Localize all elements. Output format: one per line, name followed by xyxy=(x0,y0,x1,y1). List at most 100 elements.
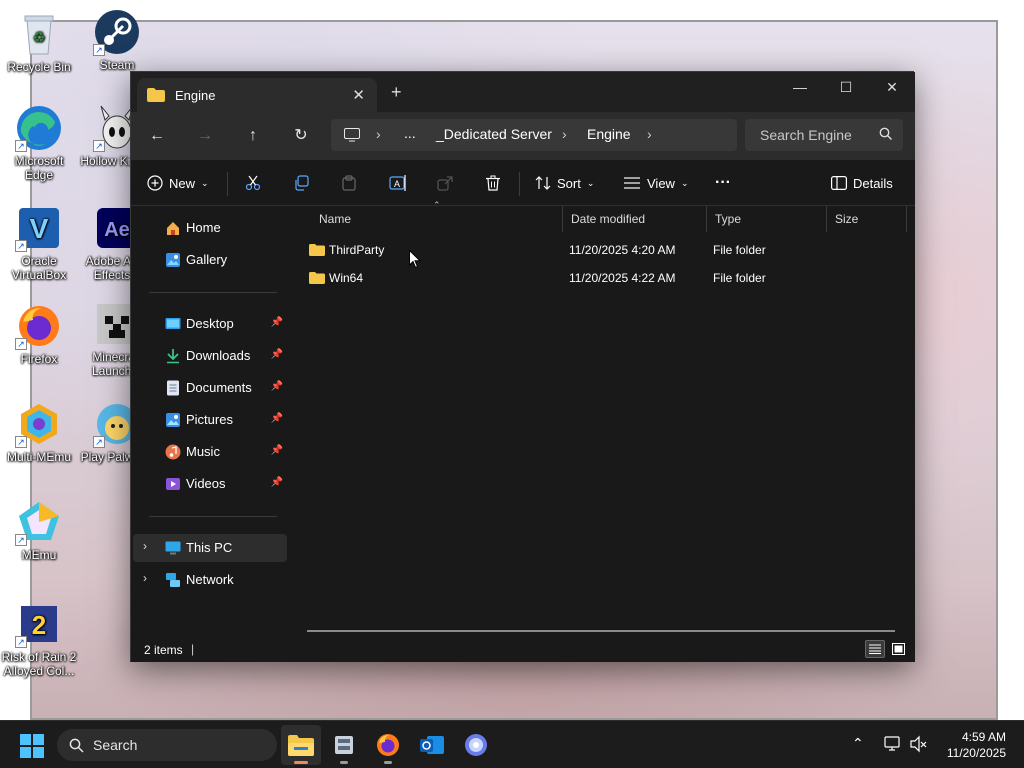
virtualbox-icon: V ↗ xyxy=(15,204,63,252)
file-row-thirdparty[interactable]: ThirdParty 11/20/2025 4:20 AM File folde… xyxy=(289,236,915,264)
divider xyxy=(149,292,277,293)
new-button[interactable]: New ⌄ xyxy=(147,172,209,194)
nav-item-network[interactable]: › Network xyxy=(133,566,287,594)
chevron-right-icon[interactable]: › xyxy=(143,539,147,553)
edge-icon: ↗ xyxy=(15,104,63,152)
status-bar: 2 items | xyxy=(131,636,915,662)
status-separator: | xyxy=(191,642,195,656)
desktop-icon-recycle-bin[interactable]: ♻ Recycle Bin xyxy=(0,10,78,74)
desktop-icon-memu[interactable]: ↗ MEmu xyxy=(0,498,78,562)
cut-button[interactable] xyxy=(245,172,261,194)
refresh-icon[interactable]: ↻ xyxy=(289,124,313,148)
breadcrumb-chevron-icon: › xyxy=(562,126,567,142)
desktop-icon-firefox[interactable]: ↗ Firefox xyxy=(0,302,78,366)
tab-engine[interactable]: Engine ✕ xyxy=(137,78,377,112)
firefox-icon xyxy=(377,734,399,756)
trash-icon xyxy=(486,175,500,191)
tiles-view-button[interactable] xyxy=(889,640,909,658)
breadcrumb-overflow[interactable]: ... xyxy=(404,125,416,141)
scissors-icon xyxy=(245,175,261,191)
nav-item-downloads[interactable]: Downloads 📌 xyxy=(133,342,287,370)
maximize-button[interactable]: ☐ xyxy=(823,72,869,102)
breadcrumb-chevron-icon: › xyxy=(647,126,652,142)
view-button[interactable]: View ⌄ xyxy=(623,172,689,194)
file-row-win64[interactable]: Win64 11/20/2025 4:22 AM File folder xyxy=(289,264,915,292)
column-header-name[interactable]: Name xyxy=(311,206,563,232)
taskbar-firefox[interactable] xyxy=(368,725,408,765)
title-bar: Engine ✕ + — ☐ ✕ xyxy=(131,72,915,112)
nav-item-label: Desktop xyxy=(186,316,234,331)
sort-button[interactable]: Sort ⌄ xyxy=(535,172,594,194)
new-tab-button[interactable]: + xyxy=(391,82,402,103)
taskbar-search[interactable]: Search xyxy=(57,729,277,761)
paste-icon xyxy=(342,175,356,191)
breadcrumb-item-dedicated-server[interactable]: _Dedicated Server xyxy=(436,126,552,142)
folder-icon xyxy=(309,272,325,284)
search-icon xyxy=(69,738,84,753)
desktop-icon-steam[interactable]: ↗ Steam xyxy=(78,8,156,72)
details-button[interactable]: Details xyxy=(831,172,893,194)
back-arrow-icon[interactable]: ← xyxy=(145,124,169,148)
column-header-size[interactable]: Size xyxy=(827,206,907,232)
desktop-icon-edge[interactable]: ↗ Microsoft Edge xyxy=(0,104,78,182)
copy-button[interactable] xyxy=(293,172,309,194)
taskbar-browser[interactable] xyxy=(456,725,496,765)
nav-item-documents[interactable]: Documents 📌 xyxy=(133,374,287,402)
nav-item-label: Documents xyxy=(186,380,252,395)
copy-icon xyxy=(295,175,309,191)
horizontal-scrollbar[interactable] xyxy=(307,630,895,632)
nav-item-videos[interactable]: Videos 📌 xyxy=(133,470,287,498)
details-view-button[interactable] xyxy=(865,640,885,658)
up-arrow-icon[interactable]: ↑ xyxy=(241,124,265,148)
chevron-up-icon[interactable]: ⌃ xyxy=(852,735,864,752)
desktop-icon-virtualbox[interactable]: V ↗ Oracle VirtualBox xyxy=(0,204,78,282)
minimize-button[interactable]: — xyxy=(777,72,823,102)
nav-item-music[interactable]: Music 📌 xyxy=(133,438,287,466)
close-tab-icon[interactable]: ✕ xyxy=(352,86,365,104)
desktop-icon-multi-memu[interactable]: ↗ Multi-MEmu xyxy=(0,400,78,464)
desktop-folder-icon xyxy=(165,318,181,329)
chevron-down-icon: ⌄ xyxy=(680,177,689,188)
desktop-icon-risk-of-rain[interactable]: 2 ↗ Risk of Rain 2 Alloyed Col... xyxy=(0,600,78,678)
file-date: 11/20/2025 4:22 AM xyxy=(569,271,676,285)
details-pane-icon xyxy=(831,176,847,190)
outlook-icon xyxy=(420,736,444,754)
network-status-icon[interactable] xyxy=(884,735,902,756)
volume-muted-icon[interactable] xyxy=(910,735,928,756)
paste-button[interactable] xyxy=(341,172,357,194)
start-button[interactable] xyxy=(20,734,44,761)
delete-button[interactable] xyxy=(485,172,501,194)
search-icon xyxy=(879,127,892,140)
svg-text:Ae: Ae xyxy=(104,219,130,241)
taskbar-outlook[interactable] xyxy=(412,725,452,765)
desktop-icon-label: Risk of Rain 2 Alloyed Col... xyxy=(1,650,77,678)
share-button[interactable] xyxy=(437,172,453,194)
breadcrumb-item-engine[interactable]: Engine xyxy=(587,126,631,142)
videos-icon xyxy=(166,478,180,490)
address-bar[interactable]: › ... _Dedicated Server › Engine › xyxy=(331,119,737,151)
nav-item-gallery[interactable]: Gallery xyxy=(133,246,287,274)
details-label: Details xyxy=(853,175,893,191)
rename-icon: A xyxy=(389,175,406,191)
nav-item-this-pc[interactable]: › This PC xyxy=(133,534,287,562)
forward-arrow-icon[interactable]: → xyxy=(193,124,217,148)
large-icons-view-icon xyxy=(892,643,905,655)
more-options-button[interactable]: ··· xyxy=(715,172,731,194)
nav-item-home[interactable]: Home xyxy=(133,214,287,242)
nav-item-label: This PC xyxy=(186,540,233,555)
system-clock[interactable]: 4:59 AM 11/20/2025 xyxy=(947,729,1006,761)
taskbar-file-explorer[interactable] xyxy=(281,725,321,765)
rename-button[interactable]: A xyxy=(389,172,407,194)
column-header-type[interactable]: Type xyxy=(707,206,827,232)
nav-item-desktop[interactable]: Desktop 📌 xyxy=(133,310,287,338)
pictures-icon xyxy=(166,413,180,427)
close-button[interactable]: ✕ xyxy=(869,72,915,102)
folder-icon xyxy=(147,88,165,102)
downloads-icon xyxy=(167,349,179,364)
column-header-date-modified[interactable]: Date modified xyxy=(563,206,707,232)
search-input[interactable]: Search Engine xyxy=(745,119,903,151)
chevron-right-icon[interactable]: › xyxy=(143,571,147,585)
taskbar-app-server[interactable] xyxy=(324,725,364,765)
running-indicator xyxy=(384,761,392,764)
nav-item-pictures[interactable]: Pictures 📌 xyxy=(133,406,287,434)
